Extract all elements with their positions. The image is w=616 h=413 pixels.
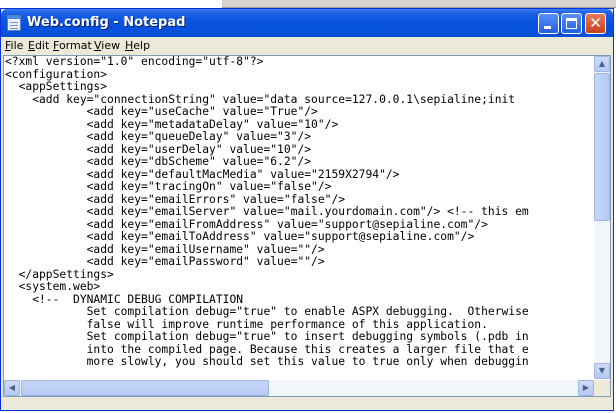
scroll-down-button[interactable]: ▼ xyxy=(594,363,610,379)
notepad-icon[interactable] xyxy=(7,15,21,31)
menu-help-rest: elp xyxy=(133,39,151,52)
menu-edit-rest: dit xyxy=(34,39,50,52)
menu-format-rest: ormat xyxy=(58,39,92,52)
minimize-icon xyxy=(544,26,551,29)
notepad-window: Web.config - Notepad ✕ File Edit Format … xyxy=(0,8,614,411)
scroll-right-button[interactable]: ▶ xyxy=(578,380,594,396)
menu-file[interactable]: File xyxy=(5,39,23,52)
minimize-button[interactable] xyxy=(538,13,559,34)
menu-bar: File Edit Format View Help xyxy=(1,37,613,55)
file-text[interactable]: <?xml version="1.0" encoding="utf-8"?> <… xyxy=(5,56,595,369)
maximize-button[interactable] xyxy=(561,13,582,34)
title-bar[interactable]: Web.config - Notepad ✕ xyxy=(1,9,613,37)
horizontal-scroll-thumb[interactable] xyxy=(21,380,269,396)
size-grip[interactable] xyxy=(594,380,610,396)
maximize-icon xyxy=(566,18,577,29)
vertical-scrollbar[interactable]: ▲ ▼ xyxy=(594,56,610,379)
vertical-scroll-thumb[interactable] xyxy=(594,73,610,221)
menu-file-rest: ile xyxy=(10,39,24,52)
close-button[interactable]: ✕ xyxy=(585,13,606,34)
menu-format[interactable]: Format xyxy=(53,39,92,52)
scroll-up-button[interactable]: ▲ xyxy=(594,56,610,72)
menu-view[interactable]: View xyxy=(94,39,120,52)
background-window-edge xyxy=(222,0,616,8)
menu-edit-mnemonic: E xyxy=(28,39,35,52)
text-area[interactable]: <?xml version="1.0" encoding="utf-8"?> <… xyxy=(5,56,595,379)
menu-help[interactable]: Help xyxy=(125,39,150,52)
menu-view-rest: iew xyxy=(101,39,121,52)
editor-pane[interactable]: <?xml version="1.0" encoding="utf-8"?> <… xyxy=(3,55,611,397)
close-icon: ✕ xyxy=(589,14,602,32)
background-window-strip xyxy=(0,0,616,8)
horizontal-scrollbar[interactable]: ◀ ▶ xyxy=(4,380,594,396)
scroll-left-button[interactable]: ◀ xyxy=(4,380,20,396)
window-title: Web.config - Notepad xyxy=(27,15,186,30)
menu-edit[interactable]: Edit xyxy=(28,39,49,52)
